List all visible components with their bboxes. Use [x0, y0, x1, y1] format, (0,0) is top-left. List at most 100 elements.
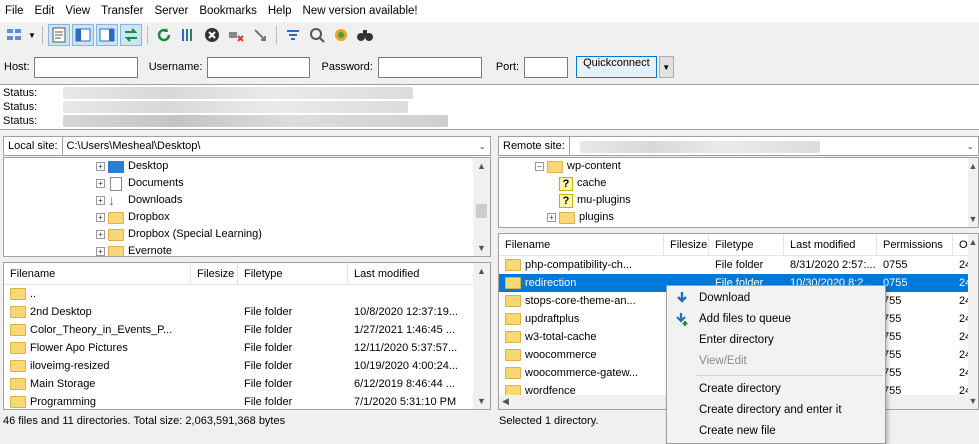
tree-item-cache[interactable]: ? cache: [535, 175, 631, 192]
scroll-down-icon[interactable]: ▼: [473, 240, 490, 256]
col-filename[interactable]: Filename: [499, 234, 664, 256]
password-input[interactable]: [377, 56, 482, 78]
local-file-list[interactable]: Filename Filesize Filetype Last modified…: [3, 262, 491, 410]
search-icon[interactable]: [354, 24, 376, 46]
scroll-thumb[interactable]: [476, 204, 487, 218]
toggle-local-tree-icon[interactable]: [72, 24, 94, 46]
local-file-header: Filename Filesize Filetype Last modified: [4, 263, 490, 285]
menu-bookmarks[interactable]: Bookmarks: [199, 5, 257, 17]
folder-icon: [547, 160, 563, 173]
menu-item-add-files-to-queue[interactable]: Add files to queue: [667, 309, 885, 330]
expand-icon[interactable]: +: [96, 247, 105, 256]
tree-item-dropbox[interactable]: + Dropbox: [96, 209, 262, 226]
cancel-icon[interactable]: [201, 24, 223, 46]
local-tree-scrollbar[interactable]: ▲ ▼: [473, 158, 490, 256]
menu-item-enter-directory[interactable]: Enter directory: [667, 330, 885, 351]
port-input[interactable]: [524, 56, 569, 78]
expand-icon[interactable]: +: [96, 230, 105, 239]
host-input[interactable]: [33, 56, 138, 78]
tree-item-downloads[interactable]: + ↓ Downloads: [96, 192, 262, 209]
tree-item-dropbox-special[interactable]: + Dropbox (Special Learning): [96, 226, 262, 243]
collapse-icon[interactable]: −: [535, 162, 544, 171]
scroll-left-icon[interactable]: ◀: [499, 396, 509, 406]
toggle-log-icon[interactable]: [48, 24, 70, 46]
reconnect-icon[interactable]: [249, 24, 271, 46]
scroll-down-icon[interactable]: ▼: [968, 393, 978, 409]
quickconnect-button[interactable]: Quickconnect: [576, 56, 657, 78]
scroll-down-icon[interactable]: ▼: [968, 211, 978, 227]
tree-item-plugins[interactable]: + plugins: [535, 209, 631, 226]
menu-item-create-directory-and-enter-it[interactable]: Create directory and enter it: [667, 400, 885, 421]
log-line: Status:: [3, 100, 979, 114]
scroll-up-icon[interactable]: ▲: [473, 263, 490, 279]
refresh-icon[interactable]: [153, 24, 175, 46]
sync-browse-icon[interactable]: [330, 24, 352, 46]
menu-server[interactable]: Server: [154, 5, 188, 17]
chevron-down-icon[interactable]: ⌄: [478, 137, 486, 155]
col-last-modified[interactable]: Last modified: [348, 263, 473, 285]
compare-icon[interactable]: [306, 24, 328, 46]
table-row[interactable]: ..: [4, 285, 490, 303]
col-filetype[interactable]: Filetype: [238, 263, 348, 285]
remote-path-input[interactable]: ⌄: [569, 136, 979, 156]
tree-item-documents[interactable]: + Documents: [96, 175, 262, 192]
tree-item-mu-plugins[interactable]: ? mu-plugins: [535, 192, 631, 209]
col-filesize[interactable]: Filesize: [191, 263, 238, 285]
table-row[interactable]: php-compatibility-ch... File folder 8/31/2…: [499, 256, 978, 274]
scroll-up-icon[interactable]: ▲: [968, 234, 978, 250]
table-row[interactable]: iloveimg-resized File folder 10/19/2020 4:…: [4, 357, 490, 375]
expand-icon[interactable]: +: [96, 179, 105, 188]
local-path-input[interactable]: C:\Users\Mesheal\Desktop\ ⌄: [62, 136, 491, 156]
menu-edit[interactable]: Edit: [35, 5, 55, 17]
tree-item-desktop[interactable]: + Desktop: [96, 158, 262, 175]
menu-file[interactable]: File: [5, 5, 24, 17]
expand-icon[interactable]: +: [96, 213, 105, 222]
col-filename[interactable]: Filename: [4, 263, 191, 285]
local-list-scrollbar[interactable]: ▲ ▼: [473, 263, 490, 409]
table-row[interactable]: 2nd Desktop File folder 10/8/2020 12:37:19…: [4, 303, 490, 321]
message-log[interactable]: Status: Status: Status:: [0, 84, 979, 130]
col-filesize[interactable]: Filesize: [664, 234, 709, 256]
toggle-remote-tree-icon[interactable]: [96, 24, 118, 46]
expand-icon[interactable]: +: [96, 162, 105, 171]
redacted-text: [63, 101, 408, 113]
menu-view[interactable]: View: [65, 5, 90, 17]
filter-icon[interactable]: [282, 24, 304, 46]
tree-item-wp-content[interactable]: − wp-content: [535, 158, 631, 175]
remote-list-scrollbar[interactable]: ▲ ▼: [968, 234, 978, 409]
menu-item-download[interactable]: Download: [667, 288, 885, 309]
expand-icon[interactable]: +: [96, 196, 105, 205]
col-permissions[interactable]: Permissions: [877, 234, 953, 256]
table-row[interactable]: Flower Apo Pictures File folder 12/11/2020…: [4, 339, 490, 357]
table-row[interactable]: Programming File folder 7/1/2020 5:31:10 P…: [4, 393, 490, 409]
folder-icon: [10, 306, 26, 318]
menu-help[interactable]: Help: [268, 5, 292, 17]
remote-tree-scrollbar[interactable]: ▲ ▼: [968, 158, 978, 227]
log-line: Status:: [3, 86, 979, 100]
col-last-modified[interactable]: Last modified: [784, 234, 877, 256]
process-queue-icon[interactable]: [177, 24, 199, 46]
site-manager-icon[interactable]: [3, 24, 25, 46]
tree-item-label: Downloads: [128, 194, 183, 206]
tree-item-label: mu-plugins: [577, 194, 631, 206]
menu-item-create-new-file[interactable]: Create new file: [667, 421, 885, 442]
chevron-down-icon[interactable]: ⌄: [966, 137, 974, 155]
table-row[interactable]: Color_Theory_in_Events_P... File folder 1/…: [4, 321, 490, 339]
chevron-down-icon[interactable]: ▼: [27, 24, 37, 46]
chevron-down-icon[interactable]: ▼: [658, 56, 674, 78]
remote-directory-tree[interactable]: − wp-content ? cache ? mu-plugins + plug…: [498, 157, 979, 228]
disconnect-icon[interactable]: [225, 24, 247, 46]
tree-item-evernote[interactable]: + Evernote: [96, 243, 262, 256]
scroll-up-icon[interactable]: ▲: [473, 158, 490, 174]
scroll-up-icon[interactable]: ▲: [968, 158, 978, 174]
menu-transfer[interactable]: Transfer: [101, 5, 143, 17]
transfer-queue-icon[interactable]: [120, 24, 142, 46]
menu-new-version[interactable]: New version available!: [303, 5, 418, 17]
menu-item-create-directory[interactable]: Create directory: [667, 379, 885, 400]
scroll-down-icon[interactable]: ▼: [473, 393, 490, 409]
expand-icon[interactable]: +: [547, 213, 556, 222]
username-input[interactable]: [207, 56, 311, 78]
col-filetype[interactable]: Filetype: [709, 234, 784, 256]
table-row[interactable]: Main Storage File folder 6/12/2019 8:46:44…: [4, 375, 490, 393]
local-directory-tree[interactable]: + Desktop + Documents + ↓ Downloads + Dr…: [3, 157, 491, 257]
